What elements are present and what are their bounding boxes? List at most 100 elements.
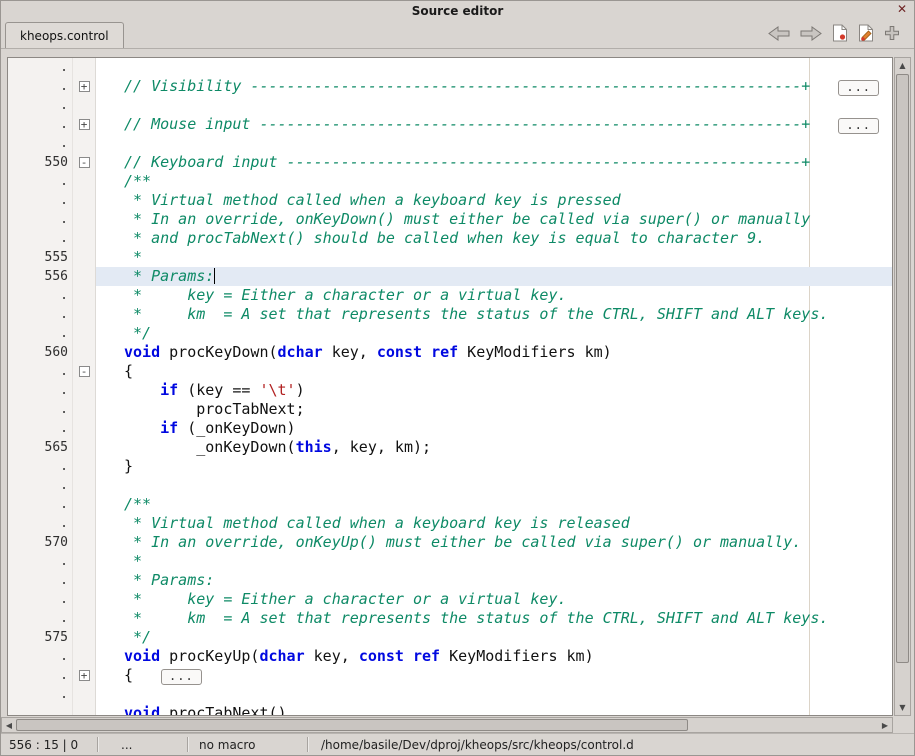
code-line[interactable]: .+// Visibility ------------------------… (8, 77, 892, 96)
file-path-status: /home/basile/Dev/dproj/kheops/src/kheops… (309, 738, 914, 752)
code-line[interactable]: 560void procKeyDown(dchar key, const ref… (8, 343, 892, 362)
code-text: * In an override, onKeyDown() must eithe… (96, 210, 892, 229)
code-line[interactable]: . * key = Either a character or a virtua… (8, 590, 892, 609)
tab-bar: kheops.control (1, 20, 914, 49)
fold-column (72, 628, 96, 647)
line-number: . (8, 96, 72, 115)
close-icon[interactable]: ✕ (897, 2, 907, 16)
code-line[interactable]: . (8, 476, 892, 495)
code-line[interactable]: 575 */ (8, 628, 892, 647)
code-editor[interactable]: ..+// Visibility -----------------------… (7, 57, 893, 716)
fold-expand-icon[interactable]: + (79, 119, 90, 130)
code-line[interactable]: . * In an override, onKeyDown() must eit… (8, 210, 892, 229)
fold-expand-icon[interactable]: + (79, 670, 90, 681)
code-line[interactable]: . * km = A set that represents the statu… (8, 305, 892, 324)
code-line[interactable]: .void procTabNext() (8, 704, 892, 716)
scroll-left-icon[interactable]: ◀ (2, 718, 16, 732)
vertical-scrollbar-thumb[interactable] (896, 74, 909, 663)
line-number: . (8, 666, 72, 685)
vertical-scrollbar[interactable]: ▲ ▼ (894, 57, 911, 716)
code-text: * Params: (96, 571, 892, 590)
code-line[interactable]: . * Params: (8, 571, 892, 590)
code-line[interactable]: 550-// Keyboard input ------------------… (8, 153, 892, 172)
fold-column[interactable]: + (72, 115, 96, 134)
code-line[interactable]: 555 * (8, 248, 892, 267)
code-line[interactable]: 556 * Params: (8, 267, 892, 286)
fold-column (72, 96, 96, 115)
code-line[interactable]: ./** (8, 172, 892, 191)
code-line[interactable]: . * key = Either a character or a virtua… (8, 286, 892, 305)
line-number: 575 (8, 628, 72, 647)
collapsed-fold-indicator[interactable]: ... (838, 80, 879, 96)
code-line[interactable]: . (8, 58, 892, 77)
code-text (96, 58, 892, 77)
code-line[interactable]: . * (8, 552, 892, 571)
code-line[interactable]: .+// Mouse input -----------------------… (8, 115, 892, 134)
line-number: . (8, 552, 72, 571)
code-line[interactable]: ./** (8, 495, 892, 514)
code-line[interactable]: . (8, 134, 892, 153)
fold-column (72, 419, 96, 438)
code-line[interactable]: . (8, 685, 892, 704)
code-text: * and procTabNext() should be called whe… (96, 229, 892, 248)
line-number: 570 (8, 533, 72, 552)
fold-collapse-icon[interactable]: - (79, 157, 90, 168)
window-title: Source editor (412, 4, 504, 18)
code-line[interactable]: . * Virtual method called when a keyboar… (8, 191, 892, 210)
code-line[interactable]: 570 * In an override, onKeyUp() must eit… (8, 533, 892, 552)
horizontal-scrollbar-track[interactable] (16, 718, 878, 732)
fold-column[interactable]: - (72, 153, 96, 172)
code-line[interactable]: . * km = A set that represents the statu… (8, 609, 892, 628)
code-line[interactable]: . (8, 96, 892, 115)
horizontal-scrollbar[interactable]: ◀ ▶ (1, 717, 893, 733)
code-line[interactable]: . if (key == '\t') (8, 381, 892, 400)
fold-column[interactable]: - (72, 362, 96, 381)
line-number: . (8, 457, 72, 476)
code-line[interactable]: . */ (8, 324, 892, 343)
code-line[interactable]: 565 _onKeyDown(this, key, km); (8, 438, 892, 457)
code-text: if (_onKeyDown) (96, 419, 892, 438)
scroll-right-icon[interactable]: ▶ (878, 718, 892, 732)
fold-column (72, 229, 96, 248)
fold-column (72, 647, 96, 666)
fold-column[interactable]: + (72, 666, 96, 685)
code-text (96, 685, 892, 704)
fold-column (72, 172, 96, 191)
collapsed-fold-indicator[interactable]: ... (838, 118, 879, 134)
fold-expand-icon[interactable]: + (79, 81, 90, 92)
scroll-up-icon[interactable]: ▲ (895, 58, 910, 73)
nav-back-icon[interactable] (768, 26, 790, 41)
status-bar: 556 : 15 | 0 ... no macro /home/basile/D… (1, 733, 914, 755)
save-document-icon[interactable] (858, 24, 874, 42)
code-line[interactable]: .} (8, 457, 892, 476)
code-line[interactable]: . if (_onKeyDown) (8, 419, 892, 438)
vertical-scrollbar-track[interactable] (895, 73, 910, 700)
horizontal-scrollbar-thumb[interactable] (16, 719, 688, 731)
code-line[interactable]: . * Virtual method called when a keyboar… (8, 514, 892, 533)
code-line[interactable]: . * and procTabNext() should be called w… (8, 229, 892, 248)
code-line[interactable]: .-{ (8, 362, 892, 381)
code-line[interactable]: .void procKeyUp(dchar key, const ref Key… (8, 647, 892, 666)
new-document-icon[interactable] (832, 24, 848, 42)
titlebar[interactable]: Source editor ✕ (1, 1, 914, 20)
code-line[interactable]: . procTabNext; (8, 400, 892, 419)
fold-column (72, 514, 96, 533)
collapsed-fold-indicator[interactable]: ... (161, 669, 202, 685)
code-text: // Keyboard input ----------------------… (96, 153, 892, 172)
editor-toolbar (768, 24, 914, 48)
code-text: _onKeyDown(this, key, km); (96, 438, 892, 457)
detach-icon[interactable] (884, 25, 900, 41)
code-line[interactable]: .+{... (8, 666, 892, 685)
tab-kheops-control[interactable]: kheops.control (5, 22, 124, 48)
fold-column (72, 685, 96, 704)
scroll-down-icon[interactable]: ▼ (895, 700, 910, 715)
line-number: 560 (8, 343, 72, 362)
line-number: . (8, 685, 72, 704)
code-text: procTabNext; (96, 400, 892, 419)
fold-column[interactable]: + (72, 77, 96, 96)
line-number: . (8, 305, 72, 324)
fold-collapse-icon[interactable]: - (79, 366, 90, 377)
code-text: * key = Either a character or a virtual … (96, 286, 892, 305)
nav-forward-icon[interactable] (800, 26, 822, 41)
fold-column (72, 533, 96, 552)
